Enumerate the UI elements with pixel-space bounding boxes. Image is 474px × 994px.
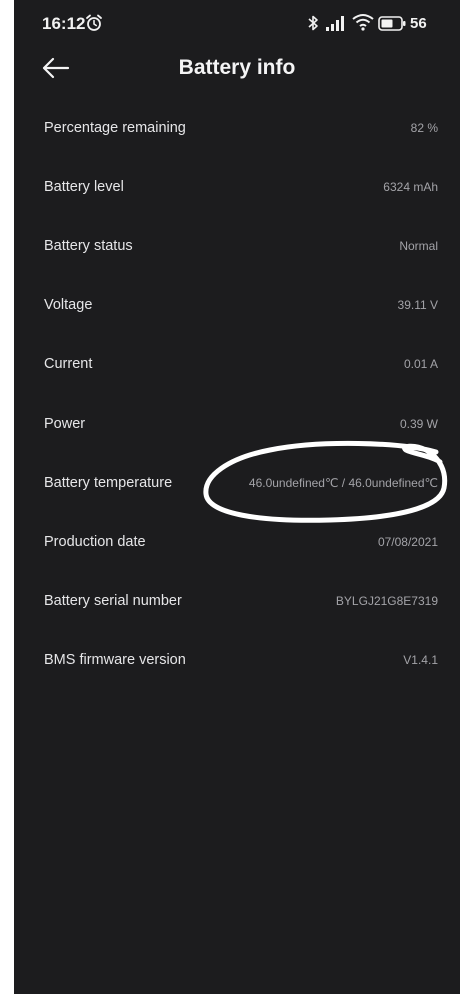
- row-value: V1.4.1: [403, 653, 438, 668]
- row-value: 39.11 V: [397, 298, 438, 313]
- row-current: Current 0.01 A: [14, 335, 460, 394]
- row-value: 6324 mAh: [383, 179, 438, 194]
- row-label: Voltage: [44, 297, 93, 314]
- battery-percent: 56: [410, 15, 427, 32]
- row-serial-number: Battery serial number BYLGJ21G8E7319: [14, 572, 460, 631]
- row-production-date: Production date 07/08/2021: [14, 512, 460, 571]
- row-power: Power 0.39 W: [14, 394, 460, 453]
- row-value: Normal: [399, 238, 438, 253]
- row-label: Battery level: [44, 178, 124, 195]
- alarm-icon: [86, 14, 102, 31]
- signal-icon: [326, 16, 344, 31]
- status-bar: 16:12 56: [14, 0, 460, 48]
- wifi-icon: [352, 14, 374, 31]
- row-label: Battery temperature: [44, 474, 173, 491]
- row-label: Battery serial number: [44, 593, 182, 610]
- row-value: BYLGJ21G8E7319: [335, 594, 438, 609]
- battery-icon: [378, 16, 406, 31]
- row-value: 82 %: [410, 120, 438, 135]
- row-voltage: Voltage 39.11 V: [14, 276, 460, 335]
- row-label: Current: [44, 356, 93, 373]
- row-value: 46.0undefined℃ / 46.0undefined℃: [248, 475, 438, 490]
- row-percentage-remaining: Percentage remaining 82 %: [14, 98, 460, 157]
- battery-info-list: Percentage remaining 82 % Battery level …: [14, 98, 460, 690]
- row-battery-temperature: Battery temperature 46.0undefined℃ / 46.…: [14, 453, 460, 512]
- row-label: Battery status: [44, 237, 133, 254]
- row-value: 07/08/2021: [377, 534, 438, 549]
- row-label: Percentage remaining: [44, 119, 186, 136]
- row-battery-status: Battery status Normal: [14, 216, 460, 275]
- row-battery-level: Battery level 6324 mAh: [14, 157, 460, 216]
- phone-screen: 16:12 56 Battery info Percentage remaini…: [14, 0, 460, 994]
- status-time: 16:12: [42, 14, 86, 33]
- row-value: 0.39 W: [399, 416, 438, 431]
- row-bms-firmware: BMS firmware version V1.4.1: [14, 631, 460, 690]
- row-label: BMS firmware version: [44, 652, 186, 669]
- page-title: Battery info: [178, 56, 296, 79]
- row-label: Production date: [44, 533, 146, 550]
- bluetooth-icon: [308, 15, 318, 31]
- row-value: 0.01 A: [403, 357, 438, 372]
- row-label: Power: [44, 415, 86, 432]
